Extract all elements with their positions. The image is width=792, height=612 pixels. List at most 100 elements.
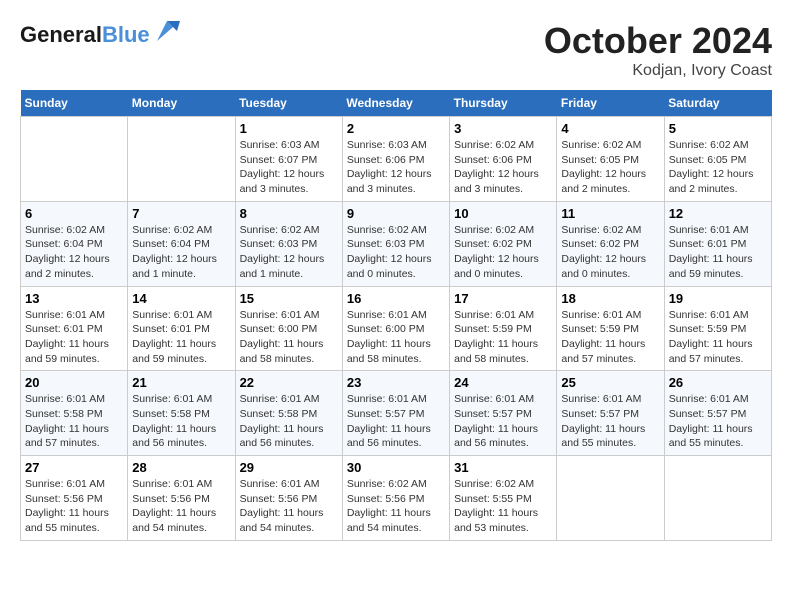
calendar-cell: 24 Sunrise: 6:01 AM Sunset: 5:57 PM Dayli… bbox=[450, 371, 557, 456]
calendar-cell: 31 Sunrise: 6:02 AM Sunset: 5:55 PM Dayli… bbox=[450, 456, 557, 541]
day-number: 20 bbox=[25, 375, 123, 390]
title-block: October 2024 Kodjan, Ivory Coast bbox=[544, 20, 772, 80]
calendar-cell: 18Sunrise: 6:01 AM Sunset: 5:59 PM Dayli… bbox=[557, 286, 664, 371]
day-info: Sunrise: 6:01 AM Sunset: 5:59 PM Dayligh… bbox=[669, 308, 767, 367]
calendar-body: 1 Sunrise: 6:03 AM Sunset: 6:07 PM Daylig… bbox=[21, 117, 772, 541]
day-number: 4 bbox=[561, 121, 659, 136]
day-number: 13 bbox=[25, 291, 123, 306]
day-number: 21 bbox=[132, 375, 230, 390]
day-number: 23 bbox=[347, 375, 445, 390]
calendar-cell: 21 Sunrise: 6:01 AM Sunset: 5:58 PM Dayli… bbox=[128, 371, 235, 456]
calendar-cell bbox=[128, 117, 235, 202]
calendar-cell: 7 Sunrise: 6:02 AM Sunset: 6:04 PM Daylig… bbox=[128, 201, 235, 286]
day-info: Sunrise: 6:02 AM Sunset: 6:05 PM Dayligh… bbox=[669, 138, 767, 197]
day-info: Sunrise: 6:02 AM Sunset: 6:02 PM Dayligh… bbox=[561, 223, 659, 282]
calendar-cell: 20Sunrise: 6:01 AM Sunset: 5:58 PM Dayli… bbox=[21, 371, 128, 456]
day-number: 31 bbox=[454, 460, 552, 475]
day-info: Sunrise: 6:01 AM Sunset: 6:01 PM Dayligh… bbox=[25, 308, 123, 367]
day-number: 14 bbox=[132, 291, 230, 306]
calendar-cell: 27 Sunrise: 6:01 AM Sunset: 5:56 PM Dayli… bbox=[21, 456, 128, 541]
location-subtitle: Kodjan, Ivory Coast bbox=[544, 62, 772, 80]
calendar-cell: 5 Sunrise: 6:02 AM Sunset: 6:05 PM Daylig… bbox=[664, 117, 771, 202]
day-number: 9 bbox=[347, 206, 445, 221]
calendar-table: SundayMondayTuesdayWednesdayThursdayFrid… bbox=[20, 90, 772, 541]
day-info: Sunrise: 6:01 AM Sunset: 5:57 PM Dayligh… bbox=[454, 392, 552, 451]
day-info: Sunrise: 6:03 AM Sunset: 6:07 PM Dayligh… bbox=[240, 138, 338, 197]
day-info: Sunrise: 6:02 AM Sunset: 6:04 PM Dayligh… bbox=[132, 223, 230, 282]
day-info: Sunrise: 6:01 AM Sunset: 6:01 PM Dayligh… bbox=[132, 308, 230, 367]
day-info: Sunrise: 6:01 AM Sunset: 5:56 PM Dayligh… bbox=[25, 477, 123, 536]
day-number: 6 bbox=[25, 206, 123, 221]
day-info: Sunrise: 6:02 AM Sunset: 5:56 PM Dayligh… bbox=[347, 477, 445, 536]
calendar-cell: 9 Sunrise: 6:02 AM Sunset: 6:03 PM Daylig… bbox=[342, 201, 449, 286]
week-row-0: 1 Sunrise: 6:03 AM Sunset: 6:07 PM Daylig… bbox=[21, 117, 772, 202]
day-header-tuesday: Tuesday bbox=[235, 90, 342, 117]
day-header-thursday: Thursday bbox=[450, 90, 557, 117]
calendar-cell: 28Sunrise: 6:01 AM Sunset: 5:56 PM Dayli… bbox=[128, 456, 235, 541]
calendar-cell bbox=[664, 456, 771, 541]
day-info: Sunrise: 6:01 AM Sunset: 5:56 PM Dayligh… bbox=[240, 477, 338, 536]
logo-text: GeneralBlue bbox=[20, 23, 150, 47]
day-number: 11 bbox=[561, 206, 659, 221]
calendar-cell: 11 Sunrise: 6:02 AM Sunset: 6:02 PM Dayli… bbox=[557, 201, 664, 286]
calendar-cell: 22Sunrise: 6:01 AM Sunset: 5:58 PM Dayli… bbox=[235, 371, 342, 456]
logo: GeneralBlue bbox=[20, 20, 182, 50]
calendar-cell: 15Sunrise: 6:01 AM Sunset: 6:00 PM Dayli… bbox=[235, 286, 342, 371]
day-number: 1 bbox=[240, 121, 338, 136]
day-info: Sunrise: 6:02 AM Sunset: 5:55 PM Dayligh… bbox=[454, 477, 552, 536]
day-number: 10 bbox=[454, 206, 552, 221]
day-header-monday: Monday bbox=[128, 90, 235, 117]
day-number: 17 bbox=[454, 291, 552, 306]
calendar-cell: 26 Sunrise: 6:01 AM Sunset: 5:57 PM Dayli… bbox=[664, 371, 771, 456]
calendar-cell bbox=[21, 117, 128, 202]
day-number: 12 bbox=[669, 206, 767, 221]
day-number: 26 bbox=[669, 375, 767, 390]
day-number: 7 bbox=[132, 206, 230, 221]
day-info: Sunrise: 6:01 AM Sunset: 5:59 PM Dayligh… bbox=[454, 308, 552, 367]
calendar-cell: 30 Sunrise: 6:02 AM Sunset: 5:56 PM Dayli… bbox=[342, 456, 449, 541]
day-info: Sunrise: 6:02 AM Sunset: 6:03 PM Dayligh… bbox=[240, 223, 338, 282]
day-info: Sunrise: 6:02 AM Sunset: 6:03 PM Dayligh… bbox=[347, 223, 445, 282]
month-title: October 2024 bbox=[544, 20, 772, 62]
calendar-cell: 3Sunrise: 6:02 AM Sunset: 6:06 PM Daylig… bbox=[450, 117, 557, 202]
calendar-cell: 29 Sunrise: 6:01 AM Sunset: 5:56 PM Dayli… bbox=[235, 456, 342, 541]
calendar-cell: 8Sunrise: 6:02 AM Sunset: 6:03 PM Daylig… bbox=[235, 201, 342, 286]
day-number: 19 bbox=[669, 291, 767, 306]
calendar-cell: 13 Sunrise: 6:01 AM Sunset: 6:01 PM Dayli… bbox=[21, 286, 128, 371]
calendar-cell: 1 Sunrise: 6:03 AM Sunset: 6:07 PM Daylig… bbox=[235, 117, 342, 202]
day-info: Sunrise: 6:02 AM Sunset: 6:05 PM Dayligh… bbox=[561, 138, 659, 197]
week-row-2: 13 Sunrise: 6:01 AM Sunset: 6:01 PM Dayli… bbox=[21, 286, 772, 371]
day-info: Sunrise: 6:01 AM Sunset: 5:57 PM Dayligh… bbox=[347, 392, 445, 451]
page-header: GeneralBlue October 2024 Kodjan, Ivory C… bbox=[20, 20, 772, 80]
calendar-cell: 16Sunrise: 6:01 AM Sunset: 6:00 PM Dayli… bbox=[342, 286, 449, 371]
calendar-cell bbox=[557, 456, 664, 541]
calendar-header: SundayMondayTuesdayWednesdayThursdayFrid… bbox=[21, 90, 772, 117]
day-number: 22 bbox=[240, 375, 338, 390]
day-info: Sunrise: 6:01 AM Sunset: 5:57 PM Dayligh… bbox=[669, 392, 767, 451]
day-info: Sunrise: 6:01 AM Sunset: 5:57 PM Dayligh… bbox=[561, 392, 659, 451]
day-number: 27 bbox=[25, 460, 123, 475]
day-number: 24 bbox=[454, 375, 552, 390]
day-header-saturday: Saturday bbox=[664, 90, 771, 117]
logo-icon bbox=[152, 16, 182, 46]
day-number: 2 bbox=[347, 121, 445, 136]
day-info: Sunrise: 6:01 AM Sunset: 6:01 PM Dayligh… bbox=[669, 223, 767, 282]
calendar-cell: 14 Sunrise: 6:01 AM Sunset: 6:01 PM Dayli… bbox=[128, 286, 235, 371]
day-info: Sunrise: 6:03 AM Sunset: 6:06 PM Dayligh… bbox=[347, 138, 445, 197]
day-number: 5 bbox=[669, 121, 767, 136]
day-number: 30 bbox=[347, 460, 445, 475]
day-number: 25 bbox=[561, 375, 659, 390]
day-info: Sunrise: 6:02 AM Sunset: 6:06 PM Dayligh… bbox=[454, 138, 552, 197]
day-info: Sunrise: 6:01 AM Sunset: 6:00 PM Dayligh… bbox=[240, 308, 338, 367]
day-info: Sunrise: 6:01 AM Sunset: 5:56 PM Dayligh… bbox=[132, 477, 230, 536]
day-number: 29 bbox=[240, 460, 338, 475]
calendar-cell: 2 Sunrise: 6:03 AM Sunset: 6:06 PM Daylig… bbox=[342, 117, 449, 202]
calendar-cell: 10 Sunrise: 6:02 AM Sunset: 6:02 PM Dayli… bbox=[450, 201, 557, 286]
week-row-3: 20 Sunrise: 6:01 AM Sunset: 5:58 PM Dayli… bbox=[21, 371, 772, 456]
day-info: Sunrise: 6:02 AM Sunset: 6:02 PM Dayligh… bbox=[454, 223, 552, 282]
day-number: 16 bbox=[347, 291, 445, 306]
day-info: Sunrise: 6:01 AM Sunset: 5:58 PM Dayligh… bbox=[132, 392, 230, 451]
day-number: 18 bbox=[561, 291, 659, 306]
calendar-cell: 12 Sunrise: 6:01 AM Sunset: 6:01 PM Dayli… bbox=[664, 201, 771, 286]
day-header-sunday: Sunday bbox=[21, 90, 128, 117]
